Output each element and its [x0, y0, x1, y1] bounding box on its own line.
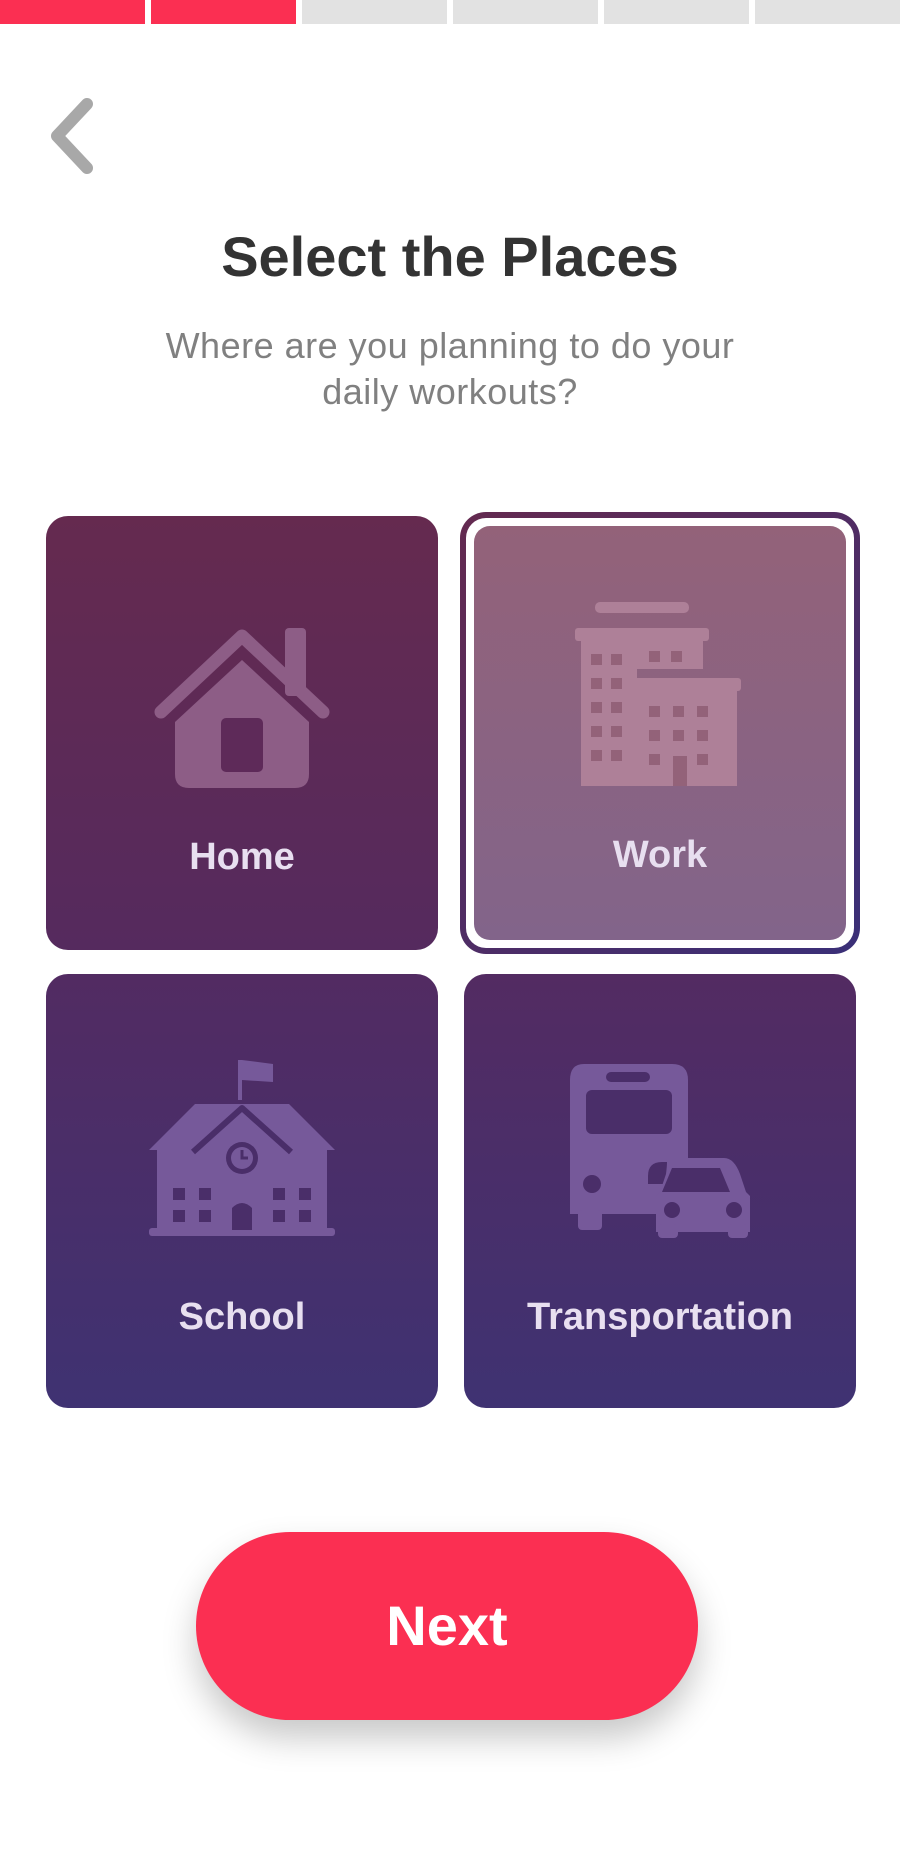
place-card-work-inner: Work: [474, 526, 846, 940]
page-subtitle: Where are you planning to do your daily …: [165, 325, 735, 412]
place-label-school: School: [178, 1296, 306, 1338]
back-button[interactable]: [36, 86, 108, 186]
progress-bar: [0, 0, 900, 24]
chevron-left-icon: [51, 98, 93, 174]
page-title: Select the Places: [221, 225, 679, 288]
progress-step-3: [302, 0, 447, 24]
office-buildings-icon: [575, 602, 741, 786]
place-card-home[interactable]: Home: [46, 516, 438, 950]
place-label-transportation: Transportation: [526, 1296, 794, 1338]
progress-step-6: [755, 0, 900, 24]
progress-step-1: [0, 0, 145, 24]
progress-step-2: [151, 0, 296, 24]
house-icon: [154, 628, 330, 788]
bus-and-car-icon: [570, 1064, 750, 1238]
selection-ring: Work: [466, 518, 854, 948]
progress-step-5: [604, 0, 749, 24]
place-label-home: Home: [189, 836, 295, 878]
school-building-icon: [149, 1060, 335, 1236]
progress-step-4: [453, 0, 598, 24]
next-button[interactable]: Next: [196, 1532, 698, 1720]
place-card-work[interactable]: Work: [460, 512, 860, 954]
places-grid: Home Work School Transportation: [46, 512, 860, 1408]
place-card-school[interactable]: School: [46, 974, 438, 1408]
place-card-transportation[interactable]: Transportation: [464, 974, 856, 1408]
place-label-work: Work: [612, 834, 708, 876]
